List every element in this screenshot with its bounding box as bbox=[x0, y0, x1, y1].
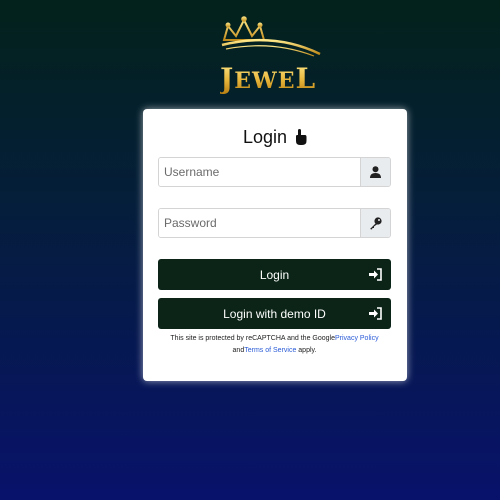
key-icon bbox=[360, 209, 390, 237]
brand-logo: JEWEL bbox=[214, 14, 336, 94]
demo-login-button-label: Login with demo ID bbox=[223, 306, 326, 321]
recaptcha-text: This site is protected by reCAPTCHA and … bbox=[170, 335, 335, 342]
username-field bbox=[158, 157, 391, 187]
login-card: Login Login bbox=[143, 109, 407, 381]
demo-login-button[interactable]: Login with demo ID bbox=[158, 298, 391, 329]
recaptcha-and: and bbox=[232, 347, 245, 354]
hand-pointer-icon bbox=[295, 129, 307, 150]
login-button[interactable]: Login bbox=[158, 259, 391, 290]
recaptcha-notice: This site is protected by reCAPTCHA and … bbox=[158, 333, 391, 357]
password-field bbox=[158, 208, 391, 238]
sign-in-icon bbox=[369, 307, 382, 323]
login-title-text: Login bbox=[242, 127, 288, 147]
password-input[interactable] bbox=[159, 209, 360, 237]
username-input[interactable] bbox=[159, 158, 360, 186]
sign-in-icon bbox=[369, 268, 382, 284]
brand-name: JEWEL bbox=[220, 62, 317, 95]
terms-of-service-link[interactable]: Terms of Service bbox=[244, 347, 296, 354]
crown-icon bbox=[221, 16, 321, 57]
user-icon bbox=[360, 158, 390, 186]
privacy-policy-link[interactable]: Privacy Policy bbox=[335, 335, 379, 342]
recaptcha-apply: apply. bbox=[296, 347, 317, 354]
login-title: Login bbox=[143, 127, 407, 150]
login-button-label: Login bbox=[259, 267, 290, 282]
